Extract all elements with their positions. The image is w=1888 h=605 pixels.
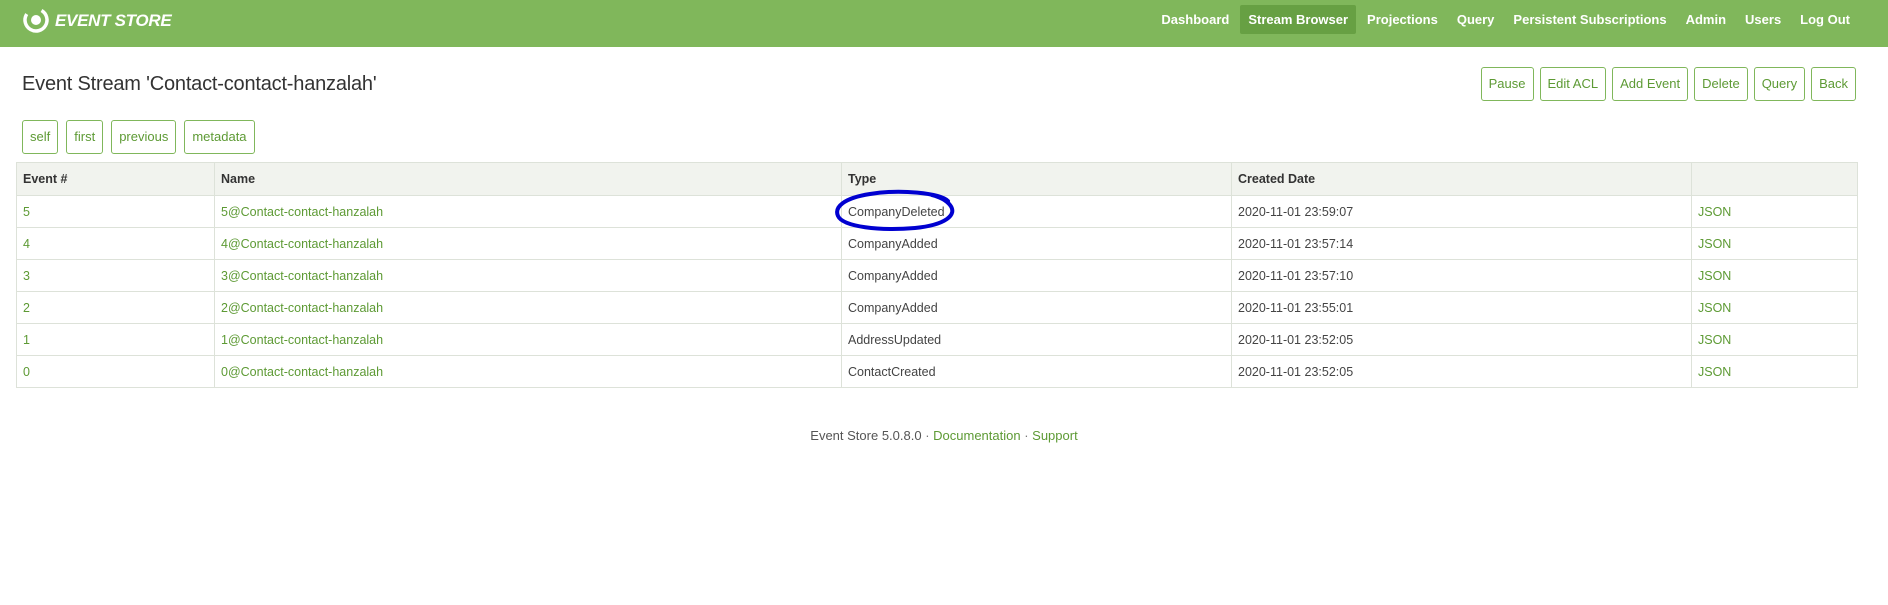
eventstore-logo-icon — [22, 6, 50, 34]
event-type: AddressUpdated — [848, 332, 942, 347]
table-row: 2 2@Contact-contact-hanzalah CompanyAdded 2… — [16, 291, 1858, 324]
query-button[interactable]: Query — [1753, 67, 1806, 101]
pager-previous-button[interactable]: previous — [111, 120, 177, 154]
nav-item-query[interactable]: Query — [1449, 5, 1503, 34]
event-name-link[interactable]: 1@Contact-contact-hanzalah — [214, 323, 842, 356]
support-link[interactable]: Support — [1032, 428, 1078, 443]
event-name-link[interactable]: 5@Contact-contact-hanzalah — [214, 195, 842, 228]
event-type-cell: AddressUpdated — [841, 323, 1232, 356]
footer-separator: · — [921, 428, 934, 443]
nav-item-persistent-subscriptions[interactable]: Persistent Subscriptions — [1505, 5, 1674, 34]
footer: Event Store 5.0.8.0 · Documentation · Su… — [0, 428, 1888, 443]
event-created-date: 2020-11-01 23:55:01 — [1231, 291, 1692, 324]
table-row: 3 3@Contact-contact-hanzalah CompanyAdded 2… — [16, 259, 1858, 292]
nav-item-admin[interactable]: Admin — [1678, 5, 1734, 34]
edit-acl-button[interactable]: Edit ACL — [1539, 67, 1607, 101]
nav-item-users[interactable]: Users — [1737, 5, 1789, 34]
event-type: CompanyAdded — [848, 236, 938, 251]
json-link[interactable]: JSON — [1691, 323, 1858, 356]
nav-item-stream-browser[interactable]: Stream Browser — [1240, 4, 1357, 34]
event-number-link[interactable]: 5 — [16, 195, 215, 228]
json-link[interactable]: JSON — [1691, 355, 1858, 388]
header-created-date: Created Date — [1231, 162, 1692, 196]
event-number-link[interactable]: 2 — [16, 291, 215, 324]
table-row: 1 1@Contact-contact-hanzalah AddressUpdate… — [16, 323, 1858, 356]
header-event-number: Event # — [16, 162, 215, 196]
event-type-cell: ContactCreated — [841, 355, 1232, 388]
event-type: CompanyAdded — [848, 268, 938, 283]
pause-button[interactable]: Pause — [1480, 67, 1534, 101]
json-link[interactable]: JSON — [1691, 227, 1858, 260]
event-number-link[interactable]: 3 — [16, 259, 215, 292]
events-table-body: 5 5@Contact-contact-hanzalah CompanyDelete… — [16, 189, 1858, 388]
back-button[interactable]: Back — [1811, 67, 1856, 101]
event-type: CompanyDeleted — [848, 204, 945, 219]
event-type-cell: CompanyAdded — [841, 291, 1232, 324]
nav-item-projections[interactable]: Projections — [1359, 5, 1446, 34]
footer-separator: · — [1020, 428, 1033, 443]
event-created-date: 2020-11-01 23:52:05 — [1231, 355, 1692, 388]
nav-item-dashboard[interactable]: Dashboard — [1153, 5, 1237, 34]
event-name-link[interactable]: 2@Contact-contact-hanzalah — [214, 291, 842, 324]
pager-self-button[interactable]: self — [22, 120, 59, 154]
footer-version: Event Store 5.0.8.0 — [810, 428, 922, 443]
stream-pager: self first previous metadata — [22, 120, 263, 154]
nav-item-log-out[interactable]: Log Out — [1792, 5, 1858, 34]
event-name-link[interactable]: 3@Contact-contact-hanzalah — [214, 259, 842, 292]
table-row: 0 0@Contact-contact-hanzalah ContactCreate… — [16, 355, 1858, 388]
event-number-link[interactable]: 4 — [16, 227, 215, 260]
add-event-button[interactable]: Add Event — [1612, 67, 1689, 101]
json-link[interactable]: JSON — [1691, 291, 1858, 324]
event-type: ContactCreated — [848, 364, 936, 379]
events-table: Event # Name Type Created Date 5 5@Contac… — [16, 162, 1858, 388]
event-created-date: 2020-11-01 23:52:05 — [1231, 323, 1692, 356]
delete-button[interactable]: Delete — [1694, 67, 1748, 101]
header-actions — [1691, 162, 1858, 196]
table-row: 5 5@Contact-contact-hanzalah CompanyDelete… — [16, 189, 1858, 231]
pager-first-button[interactable]: first — [66, 120, 104, 154]
nav-menu: Dashboard Stream Browser Projections Query P… — [1150, 3, 1858, 35]
table-row: 4 4@Contact-contact-hanzalah CompanyAdded 2… — [16, 227, 1858, 260]
event-type-cell: CompanyAdded — [841, 227, 1232, 260]
header-name: Name — [214, 162, 842, 196]
event-created-date: 2020-11-01 23:59:07 — [1231, 195, 1692, 228]
event-type: CompanyAdded — [848, 300, 938, 315]
event-number-link[interactable]: 1 — [16, 323, 215, 356]
event-created-date: 2020-11-01 23:57:14 — [1231, 227, 1692, 260]
brand[interactable]: EVENT STORE — [22, 5, 172, 35]
event-name-link[interactable]: 0@Contact-contact-hanzalah — [214, 355, 842, 388]
event-created-date: 2020-11-01 23:57:10 — [1231, 259, 1692, 292]
documentation-link[interactable]: Documentation — [933, 428, 1020, 443]
json-link[interactable]: JSON — [1691, 195, 1858, 228]
pager-metadata-button[interactable]: metadata — [184, 120, 255, 154]
event-number-link[interactable]: 0 — [16, 355, 215, 388]
header-type: Type — [841, 162, 1232, 196]
event-type-cell: CompanyDeleted — [835, 189, 1232, 231]
page-title: Event Stream 'Contact-contact-hanzalah' — [22, 73, 377, 95]
table-header-row: Event # Name Type Created Date — [16, 162, 1858, 196]
json-link[interactable]: JSON — [1691, 259, 1858, 292]
brand-name: EVENT STORE — [55, 10, 172, 30]
stream-actions: Pause Edit ACL Add Event Delete Query Back — [1475, 67, 1856, 101]
event-type-cell: CompanyAdded — [841, 259, 1232, 292]
event-name-link[interactable]: 4@Contact-contact-hanzalah — [214, 227, 842, 260]
top-navbar: EVENT STORE Dashboard Stream Browser Proje… — [0, 0, 1888, 47]
